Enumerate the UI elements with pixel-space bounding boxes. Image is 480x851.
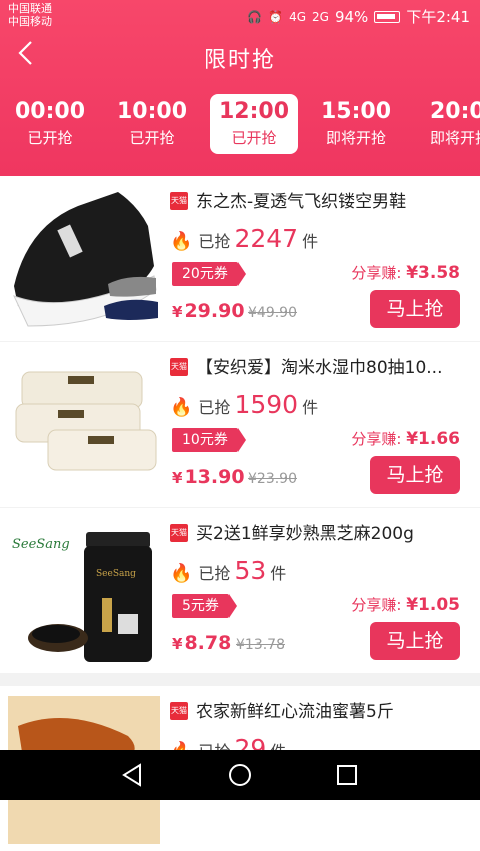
clock: 下午2:41: [406, 8, 470, 26]
share-earn: 分享赚: ¥1.66: [351, 428, 460, 449]
fire-icon: 🔥: [170, 397, 193, 418]
fire-icon: 🔥: [170, 563, 193, 584]
svg-text:SeeSang: SeeSang: [96, 569, 136, 579]
sold-number: 53: [234, 556, 267, 585]
brand-logo: SeeSang: [12, 537, 70, 552]
product-title: 东之杰-夏透气飞织镂空男鞋: [196, 192, 407, 212]
share-earn: 分享赚: ¥3.58: [351, 262, 460, 283]
signal-4g-icon: 4G: [289, 9, 307, 24]
buy-now-button[interactable]: 马上抢: [370, 622, 460, 660]
tmall-badge: 天猫: [170, 524, 188, 542]
fire-icon: 🔥: [170, 231, 193, 252]
sold-prefix: 已抢: [198, 398, 231, 417]
product-card[interactable]: SeeSang SeeSang 天猫 买2送1鲜享妙熟黑芝麻200g 🔥 已抢 …: [0, 508, 480, 673]
current-price: ¥8.78: [172, 632, 231, 654]
sold-count: 🔥 已抢 2247 件: [170, 224, 318, 253]
slot-time: 12:00: [218, 99, 290, 124]
slot-status: 已开抢: [27, 129, 73, 147]
current-price: ¥13.90: [172, 466, 245, 488]
price-value: 29.90: [184, 300, 245, 322]
slot-status: 已开抢: [129, 129, 175, 147]
title-bar: 限时抢: [0, 32, 480, 82]
system-nav-bar: [0, 750, 480, 800]
nav-back-icon[interactable]: [118, 760, 148, 790]
tab-slot-1200[interactable]: 12:00 已开抢: [210, 94, 298, 154]
share-earn: 分享赚: ¥1.05: [351, 594, 460, 615]
currency-symbol: ¥: [172, 635, 183, 653]
buy-now-button[interactable]: 马上抢: [370, 290, 460, 328]
carrier-1: 中国联通: [8, 2, 52, 15]
carrier-2: 中国移动: [8, 15, 52, 28]
slot-time: 15:00: [320, 99, 392, 124]
coupon-badge: 20元券: [172, 262, 246, 286]
sold-count: 🔥 已抢 53 件: [170, 556, 286, 585]
slot-time: 00:00: [14, 99, 86, 124]
sold-prefix: 已抢: [198, 232, 231, 251]
original-price: ¥13.78: [236, 637, 285, 653]
product-title: 农家新鲜红心流油蜜薯5斤: [196, 702, 394, 722]
share-amount: ¥1.66: [406, 429, 460, 449]
currency-symbol: ¥: [172, 303, 183, 321]
battery-level: 94%: [334, 7, 369, 26]
current-price: ¥29.90: [172, 300, 245, 322]
product-title: 买2送1鲜享妙熟黑芝麻200g: [196, 524, 414, 544]
price-value: 13.90: [184, 466, 245, 488]
share-label: 分享赚:: [351, 596, 402, 614]
price-value: 8.78: [184, 632, 232, 654]
alarm-icon: ⏰: [268, 9, 284, 24]
headphone-icon: 🎧: [247, 9, 263, 24]
tmall-badge: 天猫: [170, 702, 188, 720]
coupon-badge: 10元券: [172, 428, 246, 452]
battery-icon: [374, 10, 401, 23]
tab-slot-2000[interactable]: 20:00 即将开抢: [420, 94, 480, 154]
buy-now-button[interactable]: 马上抢: [370, 456, 460, 494]
slot-status: 即将开抢: [430, 129, 480, 147]
tmall-badge: 天猫: [170, 358, 188, 376]
sold-number: 1590: [234, 390, 299, 419]
sold-count: 🔥 已抢 1590 件: [170, 390, 318, 419]
slot-status: 已开抢: [231, 129, 277, 147]
share-amount: ¥1.05: [406, 595, 460, 615]
status-icons: 🎧 ⏰ 4G 2G 94% 下午2:41: [247, 6, 470, 27]
slot-time: 10:00: [116, 99, 188, 124]
time-slot-tabs: 00:00 已开抢 10:00 已开抢 12:00 已开抢 15:00 即将开抢…: [0, 94, 480, 158]
sold-number: 2247: [234, 224, 299, 253]
product-card[interactable]: 天猫 东之杰-夏透气飞织镂空男鞋 🔥 已抢 2247 件 20元券 分享赚: ¥…: [0, 176, 480, 341]
product-image-wipes: [8, 352, 160, 500]
share-label: 分享赚:: [351, 430, 402, 448]
nav-home-icon[interactable]: [225, 760, 255, 790]
sold-unit: 件: [302, 398, 319, 417]
share-label: 分享赚:: [351, 264, 402, 282]
sold-unit: 件: [270, 564, 287, 583]
status-bar: 中国联通 中国移动 🎧 ⏰ 4G 2G 94% 下午2:41: [0, 0, 480, 32]
original-price: ¥23.90: [248, 471, 297, 487]
sold-prefix: 已抢: [198, 564, 231, 583]
signal-2g-icon: 2G: [312, 9, 329, 24]
page-title: 限时抢: [203, 48, 276, 73]
original-price: ¥49.90: [248, 305, 297, 321]
slot-status: 即将开抢: [325, 129, 386, 147]
header: 中国联通 中国移动 🎧 ⏰ 4G 2G 94% 下午2:41 限时抢 00:00…: [0, 0, 480, 176]
coupon-badge: 5元券: [172, 594, 237, 618]
product-image-shoes: [8, 186, 160, 334]
tab-slot-1500[interactable]: 15:00 即将开抢: [310, 94, 402, 154]
product-card[interactable]: 天猫 【安织爱】淘米水湿巾80抽10... 🔥 已抢 1590 件 10元券 分…: [0, 342, 480, 507]
currency-symbol: ¥: [172, 469, 183, 487]
product-image-sesame: SeeSang SeeSang: [8, 518, 160, 666]
product-title: 【安织爱】淘米水湿巾80抽10...: [196, 358, 443, 378]
share-amount: ¥3.58: [406, 263, 460, 283]
carrier-info: 中国联通 中国移动: [8, 2, 52, 28]
slot-time: 20:00: [430, 99, 480, 124]
sold-unit: 件: [302, 232, 319, 251]
tmall-badge: 天猫: [170, 192, 188, 210]
tab-slot-1000[interactable]: 10:00 已开抢: [106, 94, 198, 154]
tab-slot-0000[interactable]: 00:00 已开抢: [4, 94, 96, 154]
nav-recents-icon[interactable]: [332, 760, 362, 790]
